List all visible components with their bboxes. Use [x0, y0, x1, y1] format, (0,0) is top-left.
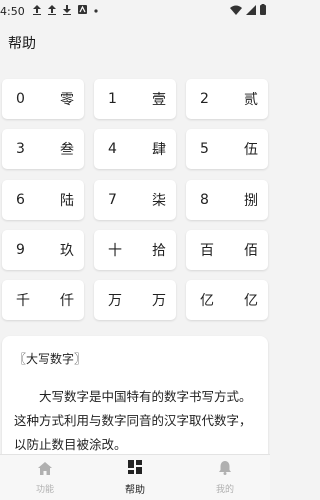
key-capital: 零	[60, 92, 74, 108]
key-digit: 1	[108, 91, 117, 107]
nav-item-help[interactable]: 帮助	[90, 455, 180, 500]
key-capital: 拾	[152, 243, 166, 259]
key-digit: 百	[200, 243, 214, 259]
bottom-nav: 功能 帮助 我的	[0, 454, 270, 500]
download-icon	[62, 4, 71, 18]
nav-item-label: 功能	[35, 485, 54, 495]
key-0[interactable]: 0零	[2, 79, 84, 119]
key-digit: 7	[108, 192, 117, 208]
status-time: 4:50	[0, 4, 25, 18]
key-digit: 6	[16, 192, 25, 208]
key-capital: 叁	[60, 142, 74, 158]
key-4[interactable]: 4肆	[94, 129, 176, 169]
key-digit: 9	[16, 242, 25, 258]
keypad-row: 6陆 7柒 8捌	[0, 180, 270, 220]
key-hundred[interactable]: 百佰	[186, 230, 268, 270]
signal-icon	[246, 4, 256, 18]
status-bar: 4:50	[0, 0, 270, 22]
keypad-row: 0零 1壹 2贰	[0, 79, 270, 119]
key-digit: 3	[16, 141, 25, 157]
key-digit: 4	[108, 141, 117, 157]
keypad-row: 3叁 4肆 5伍	[0, 129, 270, 169]
key-capital: 仟	[60, 293, 74, 309]
key-5[interactable]: 5伍	[186, 129, 268, 169]
key-capital: 壹	[152, 92, 166, 108]
key-capital: 伍	[244, 142, 258, 158]
page-title: 帮助	[8, 36, 36, 52]
dot-icon	[94, 7, 98, 16]
status-notification-icons	[32, 4, 98, 18]
key-capital: 柒	[152, 193, 166, 209]
info-card-body: 大写数字是中国特有的数字书写方式。这种方式利用与数字同音的汉字取代数字，以防止数…	[14, 389, 252, 452]
key-capital: 亿	[244, 293, 258, 309]
info-card-heading: 〖大写数字〗	[14, 352, 87, 366]
wifi-icon	[230, 5, 242, 18]
keypad-row: 9玖 十拾 百佰	[0, 230, 270, 270]
key-digit: 千	[16, 293, 30, 309]
battery-icon	[260, 4, 266, 18]
key-capital: 佰	[244, 243, 258, 259]
key-8[interactable]: 8捌	[186, 180, 268, 220]
key-9[interactable]: 9玖	[2, 230, 84, 270]
keypad-row: 千仟 万万 亿亿	[0, 280, 270, 320]
key-2[interactable]: 2贰	[186, 79, 268, 119]
key-capital: 肆	[152, 142, 166, 158]
key-ten-thousand[interactable]: 万万	[94, 280, 176, 320]
key-ten[interactable]: 十拾	[94, 230, 176, 270]
key-capital: 陆	[60, 193, 74, 209]
info-card: 〖大写数字〗 大写数字是中国特有的数字书写方式。这种方式利用与数字同音的汉字取代…	[2, 336, 268, 466]
app-bar: 帮助	[0, 22, 270, 64]
key-digit: 8	[200, 192, 209, 208]
key-capital: 捌	[244, 193, 258, 209]
upload-icon	[47, 4, 56, 18]
key-digit: 2	[200, 91, 209, 107]
key-capital: 贰	[244, 92, 258, 108]
key-1[interactable]: 1壹	[94, 79, 176, 119]
notification-a-icon	[77, 5, 87, 17]
key-thousand[interactable]: 千仟	[2, 280, 84, 320]
nav-item-label: 我的	[215, 485, 234, 495]
home-icon	[38, 460, 52, 479]
upload-icon	[32, 4, 41, 18]
key-digit: 0	[16, 91, 25, 107]
key-7[interactable]: 7柒	[94, 180, 176, 220]
key-6[interactable]: 6陆	[2, 180, 84, 220]
key-hundred-million[interactable]: 亿亿	[186, 280, 268, 320]
dashboard-icon	[128, 459, 142, 478]
key-digit: 5	[200, 141, 209, 157]
nav-item-features[interactable]: 功能	[0, 455, 90, 500]
nav-item-mine[interactable]: 我的	[180, 455, 270, 500]
status-system-icons	[230, 4, 266, 18]
key-digit: 万	[108, 293, 122, 309]
key-capital: 玖	[60, 243, 74, 259]
key-3[interactable]: 3叁	[2, 129, 84, 169]
key-digit: 亿	[200, 293, 214, 309]
bell-icon	[219, 460, 231, 479]
key-digit: 十	[108, 243, 122, 259]
nav-item-label: 帮助	[125, 485, 145, 496]
key-capital: 万	[152, 293, 166, 309]
